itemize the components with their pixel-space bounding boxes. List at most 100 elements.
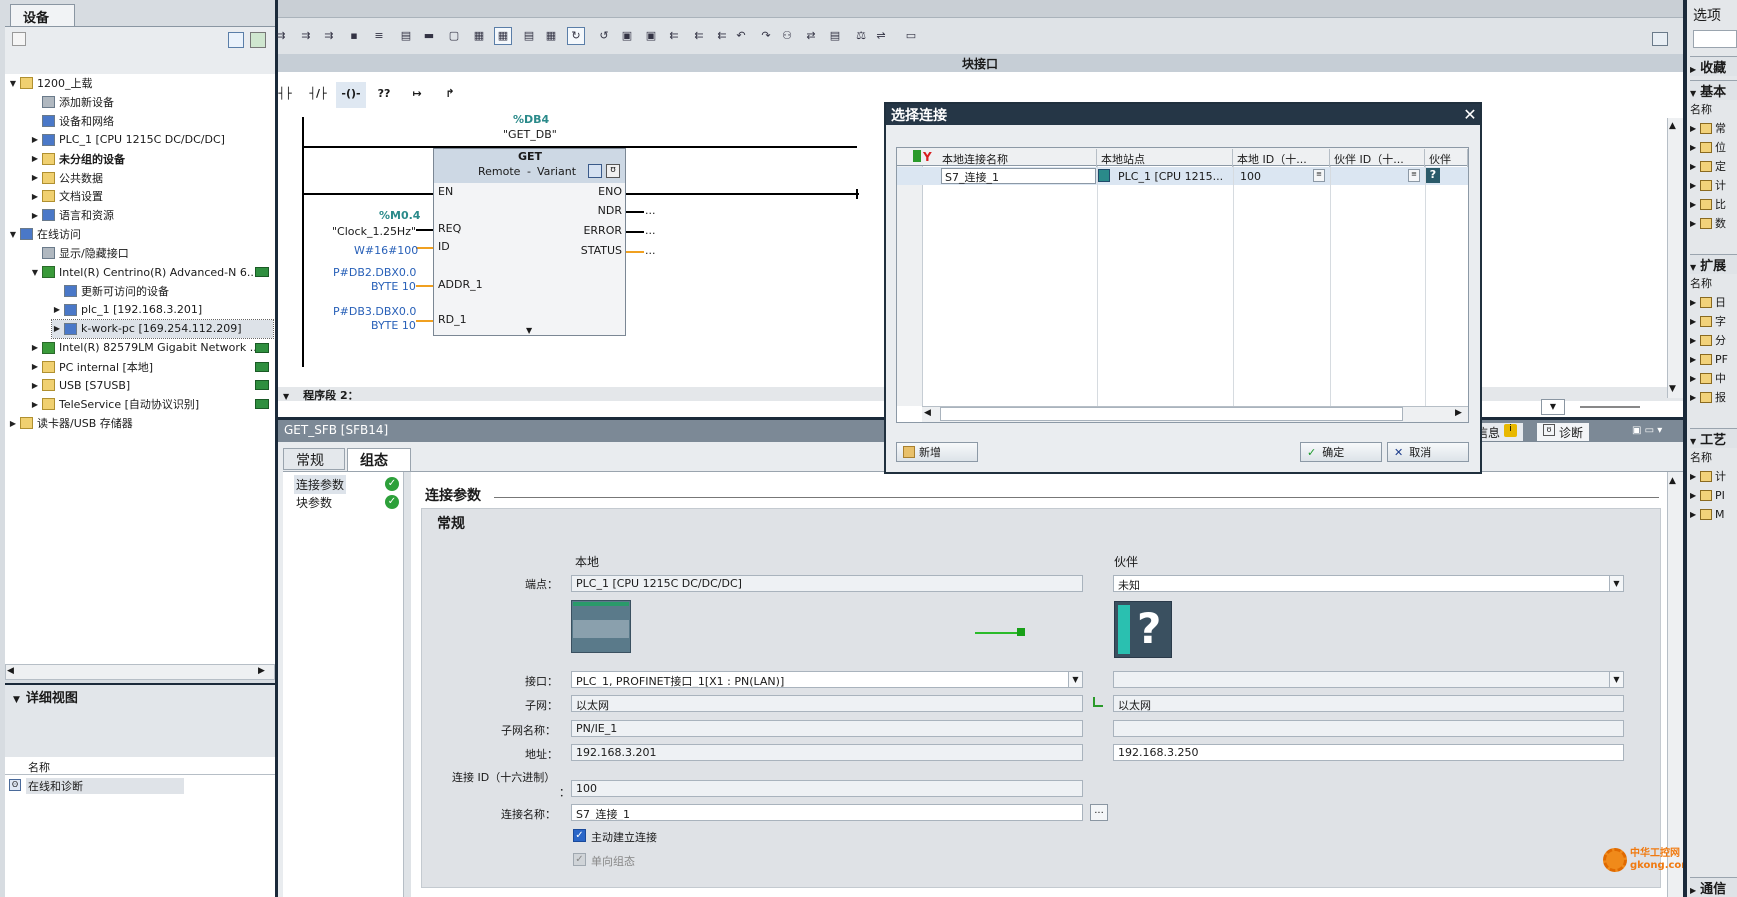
rd1-operand-a[interactable]: P#DB3.DBX0.0 (333, 305, 416, 318)
active-connection-checkbox[interactable]: ✓ (573, 829, 586, 842)
item-expand-icon[interactable]: ▶ (1690, 510, 1700, 519)
options-item[interactable]: ▶ 中 (1690, 369, 1726, 387)
table-row-localid-cell[interactable]: 100 (1240, 170, 1261, 183)
item-expand-icon[interactable]: ▶ (1690, 298, 1700, 307)
lad-element-button[interactable]: ?? (369, 82, 399, 108)
section-toggle-icon[interactable]: ▶ (1690, 65, 1696, 74)
expand-toggle-icon[interactable]: ▶ (52, 305, 62, 314)
localid-edit-icon[interactable]: ≡ (1313, 169, 1325, 182)
detail-view-header[interactable]: ▼ 详细视图 (5, 683, 275, 706)
tree-item[interactable]: ▶ PC internal [本地] (30, 358, 273, 376)
tree-item[interactable]: ▶ 公共数据 (30, 169, 273, 187)
table-column-header[interactable]: 本地站点 (1097, 149, 1233, 167)
expand-toggle-icon[interactable]: ▶ (30, 400, 40, 409)
options-item[interactable]: ▶ M (1690, 505, 1725, 523)
toolbar-button-icon[interactable]: ▦ (494, 27, 512, 45)
toolbar-button-icon[interactable]: ⇉ (297, 27, 315, 45)
dropdown-arrow-icon[interactable]: ▼ (1068, 672, 1082, 687)
tree-item[interactable]: ▶ 读卡器/USB 存储器 (8, 414, 273, 432)
options-section-header[interactable]: ▶ 收藏 (1690, 56, 1737, 76)
toolbar-button-icon[interactable]: ↺ (595, 27, 613, 45)
expand-toggle-icon[interactable]: ▼ (8, 230, 18, 239)
section-toggle-icon[interactable]: ▶ (1690, 886, 1696, 895)
table-column-header[interactable]: 伙伴 ID（十... (1330, 149, 1425, 167)
nav-block-params[interactable]: 块参数 (296, 494, 332, 511)
expand-toggle-icon[interactable]: ▶ (30, 192, 40, 201)
table-row-name-cell[interactable]: S7_连接_1 (941, 168, 1096, 184)
segment-2-label[interactable]: ▼ 程序段 2： (283, 387, 359, 403)
toolbar-button-icon[interactable]: ▪ (345, 27, 363, 45)
expand-toggle-icon[interactable]: ▶ (30, 343, 40, 352)
toolbar-button-icon[interactable]: ⇇ (713, 27, 731, 45)
expand-toggle-icon[interactable]: ▶ (30, 381, 40, 390)
options-item[interactable]: ▶ PI (1690, 486, 1725, 504)
nav-connection-params[interactable]: 连接参数 (294, 475, 347, 494)
options-section-header[interactable]: ▼ 基本 (1690, 80, 1737, 100)
tree-item[interactable]: ▶ Intel(R) 82579LM Gigabit Network ... (30, 339, 273, 357)
item-expand-icon[interactable]: ▶ (1690, 181, 1700, 190)
options-item[interactable]: ▶ 分 (1690, 331, 1726, 349)
options-item[interactable]: ▶ 报 (1690, 388, 1726, 406)
section-toggle-icon[interactable]: ▼ (1690, 437, 1696, 446)
section-toggle-icon[interactable]: ▼ (1690, 89, 1696, 98)
tree-item[interactable]: ▶ PLC_1 [CPU 1215C DC/DC/DC] (30, 131, 273, 149)
table-column-header[interactable]: 本地连接名称 (938, 149, 1097, 167)
expand-toggle-icon[interactable]: ▶ (30, 135, 40, 144)
tree-item[interactable]: ▶ USB [S7USB] (30, 376, 273, 394)
toolbar-button-icon[interactable]: ⇌ (872, 27, 890, 45)
item-expand-icon[interactable]: ▶ (1690, 124, 1700, 133)
table-column-header[interactable]: 伙伴 (1425, 149, 1468, 167)
tree-item[interactable]: 添加新设备 (30, 93, 273, 111)
section-toggle-icon[interactable]: ▼ (1690, 263, 1696, 272)
options-section-header[interactable]: ▼ 工艺 (1690, 428, 1737, 448)
expand-toggle-icon[interactable]: ▶ (30, 173, 40, 182)
options-item[interactable]: ▶ 定 (1690, 157, 1726, 175)
interface-partner-select[interactable]: ▼ (1113, 671, 1624, 688)
expand-toggle-icon[interactable]: ▶ (30, 211, 40, 220)
devices-tab[interactable]: 设备 (10, 4, 75, 26)
tree-item[interactable]: ▼ Intel(R) Centrino(R) Advanced-N 6... (30, 263, 273, 281)
item-expand-icon[interactable]: ▶ (1690, 374, 1700, 383)
scroll-right-icon[interactable]: ▶ (258, 666, 272, 678)
options-section-header[interactable]: ▼ 扩展 (1690, 254, 1737, 274)
toolbar-button-icon[interactable]: ⚇ (778, 27, 796, 45)
lad-element-button[interactable]: ↦ (402, 82, 432, 108)
expand-toggle-icon[interactable]: ▼ (30, 268, 40, 277)
props-diag-tab[interactable]: ʊ 诊断 (1537, 423, 1590, 441)
options-section-header[interactable]: ▶ 通信 (1690, 877, 1737, 897)
browse-button[interactable]: ... (1090, 804, 1108, 821)
tree-item[interactable]: ▼ 1200_上载 (8, 74, 273, 92)
toolbar-button-icon[interactable]: ▬ (420, 27, 438, 45)
lad-element-button[interactable]: ┤/├ (303, 82, 333, 108)
tree-item[interactable]: ▶ 语言和资源 (30, 206, 273, 224)
address-partner-field[interactable]: 192.168.3.250 (1113, 744, 1624, 761)
collapse-icon[interactable]: ▼ (13, 695, 20, 705)
lad-element-button[interactable]: ┤├ (270, 82, 300, 108)
detail-row-online-diag[interactable]: 在线和诊断 (26, 778, 184, 794)
id-operand[interactable]: W#16#100 (354, 244, 418, 257)
table-column-header[interactable]: 本地 ID（十... (1233, 149, 1330, 167)
options-item[interactable]: ▶ 常 (1690, 119, 1726, 137)
item-expand-icon[interactable]: ▶ (1690, 219, 1700, 228)
dialog-cancel-button[interactable]: ✕ 取消 (1387, 442, 1469, 462)
toolbar-button-icon[interactable]: ▤ (397, 27, 415, 45)
expand-toggle-icon[interactable]: ▶ (30, 154, 40, 163)
props-scroll-up-icon[interactable]: ▲ (1669, 476, 1676, 486)
dialog-new-button[interactable]: 新增 (896, 442, 978, 462)
toolbar-button-icon[interactable]: ⇄ (802, 27, 820, 45)
toolbar-button-icon[interactable]: ⇉ (320, 27, 338, 45)
block-config-icon[interactable] (588, 164, 602, 178)
zoom-select[interactable]: ▼ (1541, 399, 1565, 415)
toolbar-button-icon[interactable]: ▢ (445, 27, 463, 45)
expand-toggle-icon[interactable]: ▼ (8, 79, 18, 88)
tree-item[interactable]: 更新可访问的设备 (52, 282, 273, 300)
output-operand[interactable]: ... (645, 244, 656, 257)
expand-toggle-icon[interactable]: ▶ (8, 419, 18, 428)
toolbar-button-icon[interactable]: ▦ (542, 27, 560, 45)
interface-local-select[interactable]: PLC_1, PROFINET接口_1[X1 : PN(LAN)] ▼ (571, 671, 1083, 688)
toolbar-button-icon[interactable]: ⇇ (665, 27, 683, 45)
options-item[interactable]: ▶ 日 (1690, 293, 1726, 311)
toolbar-button-icon[interactable]: ▣ (642, 27, 660, 45)
expand-toggle-icon[interactable]: ▶ (30, 362, 40, 371)
toolbar-button-icon[interactable]: ⚖ (852, 27, 870, 45)
